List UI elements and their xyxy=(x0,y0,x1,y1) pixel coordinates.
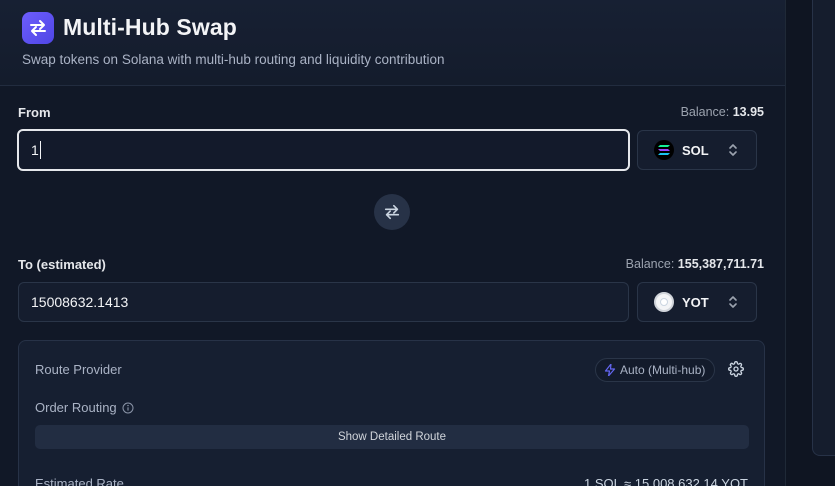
route-provider-label: Route Provider xyxy=(35,362,122,377)
to-token-select[interactable]: YOT xyxy=(637,282,757,322)
side-panel xyxy=(812,0,835,456)
to-amount-input[interactable]: 15008632.1413 xyxy=(18,282,629,322)
estimated-rate-value: 1 SOL ≈ 15,008,632.14 YOT xyxy=(584,476,748,486)
solana-icon xyxy=(654,140,674,160)
route-provider-select[interactable]: Auto (Multi-hub) xyxy=(595,358,716,382)
from-balance-value: 13.95 xyxy=(732,105,764,119)
swap-direction-button[interactable] xyxy=(374,194,410,230)
from-token-select[interactable]: SOL xyxy=(637,130,757,170)
to-token-symbol: YOT xyxy=(682,294,709,310)
from-amount-value: 1 xyxy=(31,142,39,158)
from-amount-input[interactable]: 1 xyxy=(17,129,630,171)
from-balance-label: Balance: xyxy=(680,105,730,119)
to-label: To (estimated) xyxy=(18,257,106,272)
swap-arrows-icon xyxy=(384,204,400,220)
page-subtitle: Swap tokens on Solana with multi-hub rou… xyxy=(22,52,445,67)
to-balance: Balance: 155,387,711.71 xyxy=(626,257,764,271)
order-routing-label: Order Routing xyxy=(35,400,117,415)
show-detailed-route-button[interactable]: Show Detailed Route xyxy=(35,425,749,449)
header: Multi-Hub Swap Swap tokens on Solana wit… xyxy=(0,0,785,86)
from-token-symbol: SOL xyxy=(682,142,709,158)
swap-card: Multi-Hub Swap Swap tokens on Solana wit… xyxy=(0,0,786,486)
swap-arrows-icon xyxy=(22,12,54,44)
order-routing-row: Order Routing xyxy=(35,400,134,415)
estimated-rate-label: Estimated Rate xyxy=(35,476,124,486)
text-caret xyxy=(39,141,41,159)
lightning-icon xyxy=(604,364,616,376)
route-info-panel: Route Provider Auto (Multi-hub) Order Ro… xyxy=(18,340,765,486)
to-balance-label: Balance: xyxy=(625,257,675,271)
info-icon[interactable] xyxy=(122,402,134,414)
chevron-updown-icon xyxy=(728,142,738,161)
to-balance-value: 155,387,711.71 xyxy=(677,257,764,271)
yot-token-icon xyxy=(654,292,674,312)
from-label: From xyxy=(18,105,51,120)
from-balance: Balance: 13.95 xyxy=(681,105,764,119)
gear-icon[interactable] xyxy=(728,361,744,382)
chevron-updown-icon xyxy=(728,294,738,313)
page-title: Multi-Hub Swap xyxy=(63,14,237,40)
route-provider-value: Auto (Multi-hub) xyxy=(620,363,706,377)
to-amount-value: 15008632.1413 xyxy=(31,294,129,310)
